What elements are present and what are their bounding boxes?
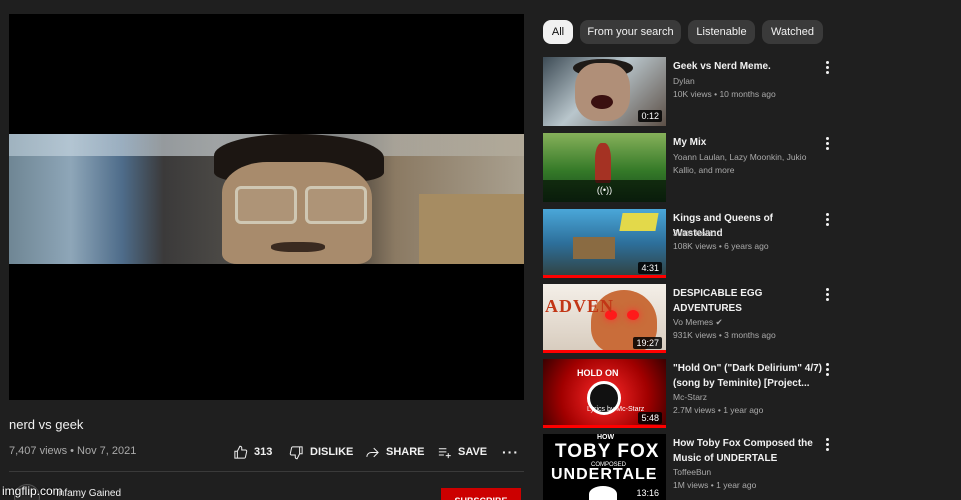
- music-note-icon: ♪: [718, 228, 723, 238]
- rec-stats: 1M views • 1 year ago: [673, 480, 757, 490]
- rec-thumbnail[interactable]: ADVEN 19:27: [543, 284, 666, 353]
- thumb-skull: [589, 486, 617, 500]
- thumb-subtext: Lyrics by Mc-Starz: [587, 406, 645, 413]
- rec-stats: 931K views • 3 months ago: [673, 330, 776, 340]
- rec-duration: 5:48: [638, 412, 662, 424]
- video-title: nerd vs geek: [9, 417, 84, 432]
- video-frame: [9, 134, 524, 264]
- rec-channel[interactable]: Vo Memes ✔: [673, 316, 818, 329]
- rec-channel-name: Vo Memes: [673, 317, 714, 327]
- thumb-head: [575, 63, 630, 121]
- video-player[interactable]: [9, 14, 524, 400]
- chip-listenable[interactable]: Listenable: [688, 20, 755, 44]
- rec-duration: 19:27: [633, 337, 662, 349]
- like-count: 313: [254, 446, 273, 458]
- rec-stats: 2.7M views • 1 year ago: [673, 405, 764, 415]
- chip-from-your-search[interactable]: From your search: [580, 20, 681, 44]
- thumb-tower: [573, 237, 615, 259]
- rec-channel[interactable]: Dylan: [673, 75, 818, 88]
- like-button[interactable]: 313: [233, 443, 272, 461]
- rec-channel-name: Jukio Kallio: [673, 228, 716, 238]
- rec-thumbnail[interactable]: HOW TOBY FOX COMPOSED UNDERTALE 13:16: [543, 434, 666, 500]
- rec-item[interactable]: ADVEN 19:27 DESPICABLE EGG ADVENTURES Vo…: [543, 284, 843, 356]
- more-vert-icon[interactable]: [826, 363, 830, 377]
- thumb-text-how: HOW: [597, 434, 615, 441]
- more-vert-icon[interactable]: [826, 61, 830, 75]
- rec-duration: 0:12: [638, 110, 662, 122]
- rec-item[interactable]: 0:12 Geek vs Nerd Meme. Dylan 10K views …: [543, 57, 843, 129]
- rec-duration: 4:31: [638, 262, 662, 274]
- verified-icon: ✔: [715, 317, 723, 327]
- save-label: SAVE: [458, 446, 488, 458]
- thumb-mouth: [591, 95, 613, 109]
- video-meta: 7,407 views • Nov 7, 2021: [9, 445, 137, 457]
- rec-duration: 13:16: [633, 487, 662, 499]
- share-icon: [366, 447, 379, 457]
- chip-all[interactable]: All: [543, 20, 573, 44]
- frame-glasses-left: [235, 186, 297, 224]
- rec-title[interactable]: "Hold On" ("Dark Delirium" 4/7) (song by…: [673, 361, 823, 391]
- thumb-eye-right: [627, 310, 639, 320]
- frame-glasses-right: [305, 186, 367, 224]
- rec-channel[interactable]: Yoann Laulan, Lazy Moonkin, Jukio Kallio…: [673, 151, 813, 177]
- channel-name[interactable]: Infamy Gained: [56, 488, 121, 499]
- frame-boxes: [419, 194, 524, 264]
- frame-mustache: [271, 242, 325, 252]
- rec-item[interactable]: HOW TOBY FOX COMPOSED UNDERTALE 13:16 Ho…: [543, 434, 843, 500]
- more-vert-icon[interactable]: [826, 438, 830, 452]
- rec-stats: 108K views • 6 years ago: [673, 241, 769, 251]
- more-vert-icon[interactable]: [826, 137, 830, 151]
- watermark: imgflip.com: [2, 484, 63, 498]
- playlist-add-icon: [438, 447, 451, 458]
- watch-progress-bar: [543, 350, 666, 353]
- rec-title[interactable]: How Toby Fox Composed the Music of UNDER…: [673, 436, 823, 466]
- rec-channel[interactable]: Mc-Starz: [673, 391, 818, 404]
- share-label: SHARE: [386, 446, 425, 458]
- rec-item[interactable]: 4:31 Kings and Queens of Wasteland Jukio…: [543, 209, 843, 281]
- watch-progress-bar: [543, 275, 666, 278]
- more-vert-icon[interactable]: [826, 288, 830, 302]
- thumb-text-undertale: UNDERTALE: [551, 466, 658, 483]
- dislike-button[interactable]: DISLIKE: [289, 443, 353, 461]
- save-button[interactable]: SAVE: [437, 443, 487, 461]
- rec-thumbnail[interactable]: ((•)): [543, 133, 666, 202]
- rec-stats: 10K views • 10 months ago: [673, 89, 776, 99]
- rec-thumbnail[interactable]: 0:12: [543, 57, 666, 126]
- thumb-logo: [619, 213, 659, 231]
- rec-title[interactable]: Geek vs Nerd Meme.: [673, 59, 823, 74]
- rec-title[interactable]: My Mix: [673, 135, 823, 150]
- subscribe-button[interactable]: SUBSCRIBE: [441, 488, 521, 500]
- more-horiz-icon: ···: [502, 444, 519, 460]
- dislike-label: DISLIKE: [310, 446, 354, 458]
- thumbs-up-icon: [234, 445, 248, 459]
- rec-thumbnail[interactable]: HOLD ON Lyrics by Mc-Starz 5:48: [543, 359, 666, 428]
- rec-thumbnail[interactable]: 4:31: [543, 209, 666, 278]
- watch-progress-bar: [543, 425, 666, 428]
- rec-channel[interactable]: ToffeeBun: [673, 466, 818, 479]
- share-button[interactable]: SHARE: [365, 443, 425, 461]
- rec-item[interactable]: ((•)) My Mix Yoann Laulan, Lazy Moonkin,…: [543, 133, 843, 205]
- mix-radio-icon: ((•)): [543, 180, 666, 202]
- rec-title[interactable]: DESPICABLE EGG ADVENTURES: [673, 286, 823, 316]
- thumb-text-toby: TOBY FOX: [555, 441, 660, 462]
- more-actions-button[interactable]: ···: [502, 443, 519, 461]
- rec-item[interactable]: HOLD ON Lyrics by Mc-Starz 5:48 "Hold On…: [543, 359, 843, 431]
- thumb-text: HOLD ON: [577, 368, 619, 378]
- more-vert-icon[interactable]: [826, 213, 830, 227]
- thumbs-down-icon: [289, 445, 303, 459]
- chip-watched[interactable]: Watched: [762, 20, 823, 44]
- rec-channel[interactable]: Jukio Kallio ♪: [673, 227, 818, 240]
- thumb-text: ADVEN: [545, 296, 615, 316]
- divider: [9, 471, 524, 472]
